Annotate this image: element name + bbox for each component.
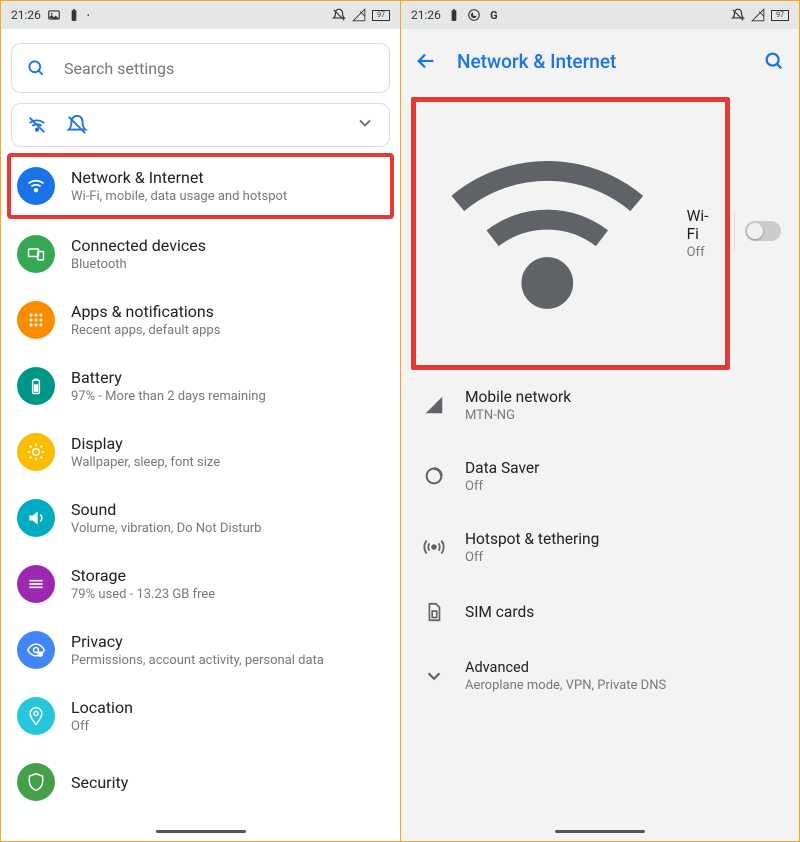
wifi-icon [428, 114, 667, 353]
setting-apps[interactable]: Apps & notifications Recent apps, defaul… [11, 287, 390, 353]
chevron-down-icon [355, 113, 375, 137]
net-title: Advanced [465, 659, 666, 676]
google-icon: G [487, 8, 501, 22]
signal-cell-icon [423, 394, 445, 416]
wifi-off-icon [26, 114, 48, 136]
status-bar-left: 21:26 • 97 [1, 1, 400, 29]
net-sub: Off [465, 550, 599, 565]
setting-network-internet[interactable]: Network & Internet Wi-Fi, mobile, data u… [7, 153, 394, 219]
dot-icon: • [87, 11, 90, 20]
net-item-wifi-row: Wi-Fi Off [405, 93, 789, 370]
setting-privacy[interactable]: Privacy Permissions, account activity, p… [11, 617, 390, 683]
setting-sub: Recent apps, default apps [71, 323, 220, 338]
image-icon [47, 8, 61, 22]
setting-sound[interactable]: Sound Volume, vibration, Do Not Disturb [11, 485, 390, 551]
net-item-mobile[interactable]: Mobile network MTN-NG [401, 370, 799, 441]
setting-connected-devices[interactable]: Connected devices Bluetooth [11, 221, 390, 287]
setting-title: Apps & notifications [71, 302, 220, 321]
net-sub: MTN-NG [465, 408, 571, 423]
chevron-down-icon [423, 665, 445, 687]
wifi-icon [17, 167, 55, 205]
sound-icon [17, 499, 55, 537]
location-icon [17, 697, 55, 735]
back-arrow-icon[interactable] [415, 50, 437, 72]
setting-display[interactable]: Display Wallpaper, sleep, font size [11, 419, 390, 485]
bell-off-quick-icon [66, 114, 88, 136]
sim-icon [423, 601, 445, 623]
battery-pct: 97 [771, 10, 789, 21]
setting-sub: Off [71, 719, 133, 734]
setting-battery[interactable]: Battery 97% - More than 2 days remaining [11, 353, 390, 419]
net-title: Data Saver [465, 459, 539, 477]
net-item-wifi[interactable]: Wi-Fi Off [411, 97, 730, 370]
bell-off-icon [332, 8, 346, 22]
battery-pct: 97 [372, 10, 390, 21]
nav-gesture-bar[interactable] [555, 830, 645, 833]
bell-off-icon [731, 8, 745, 22]
appbar: Network & Internet [401, 33, 799, 89]
search-icon [26, 58, 46, 78]
setting-sub: Volume, vibration, Do Not Disturb [71, 521, 261, 536]
status-time: 21:26 [11, 8, 41, 22]
wifi-toggle[interactable] [745, 221, 781, 241]
setting-title: Battery [71, 368, 266, 387]
setting-title: Privacy [71, 632, 324, 651]
setting-sub: Wi-Fi, mobile, data usage and hotspot [71, 189, 287, 204]
setting-title: Storage [71, 566, 215, 585]
apps-icon [17, 301, 55, 339]
signal-icon [352, 8, 366, 22]
display-icon [17, 433, 55, 471]
setting-sub: Bluetooth [71, 257, 206, 272]
net-item-advanced[interactable]: Advanced Aeroplane mode, VPN, Private DN… [401, 641, 799, 711]
net-title: Hotspot & tethering [465, 530, 599, 548]
net-sub: Off [465, 479, 539, 494]
setting-security[interactable]: Security [11, 749, 390, 805]
quick-settings-card[interactable] [11, 103, 390, 147]
setting-storage[interactable]: Storage 79% used - 13.23 GB free [11, 551, 390, 617]
battery-icon [447, 8, 461, 22]
net-item-hotspot[interactable]: Hotspot & tethering Off [401, 512, 799, 583]
setting-sub: 97% - More than 2 days remaining [71, 389, 266, 404]
setting-title: Sound [71, 500, 261, 519]
net-title: SIM cards [465, 603, 534, 621]
net-sub: Aeroplane mode, VPN, Private DNS [465, 678, 666, 693]
net-title: Mobile network [465, 388, 571, 406]
divider [734, 212, 735, 250]
net-item-sim[interactable]: SIM cards [401, 583, 799, 641]
net-item-datasaver[interactable]: Data Saver Off [401, 441, 799, 512]
signal-icon [751, 8, 765, 22]
status-time: 21:26 [411, 8, 441, 22]
battery-icon [67, 8, 81, 22]
battery-setting-icon [17, 367, 55, 405]
devices-icon [17, 235, 55, 273]
status-bar-right: 21:26 G 97 [401, 1, 799, 29]
setting-sub: 79% used - 13.23 GB free [71, 587, 215, 602]
whatsapp-icon [467, 8, 481, 22]
net-sub: Off [687, 245, 715, 260]
setting-title: Connected devices [71, 236, 206, 255]
setting-title: Network & Internet [71, 168, 287, 187]
security-icon [17, 763, 55, 801]
privacy-icon [17, 631, 55, 669]
net-title: Wi-Fi [687, 207, 715, 243]
page-title: Network & Internet [457, 50, 743, 73]
setting-title: Security [71, 773, 128, 792]
setting-sub: Wallpaper, sleep, font size [71, 455, 220, 470]
hotspot-icon [423, 536, 445, 558]
setting-location[interactable]: Location Off [11, 683, 390, 749]
datasaver-icon [423, 465, 445, 487]
search-icon[interactable] [763, 50, 785, 72]
search-settings[interactable]: Search settings [11, 43, 390, 93]
storage-icon [17, 565, 55, 603]
setting-title: Location [71, 698, 133, 717]
setting-sub: Permissions, account activity, personal … [71, 653, 324, 668]
nav-gesture-bar[interactable] [156, 830, 246, 833]
setting-title: Display [71, 434, 220, 453]
search-placeholder: Search settings [64, 59, 174, 78]
